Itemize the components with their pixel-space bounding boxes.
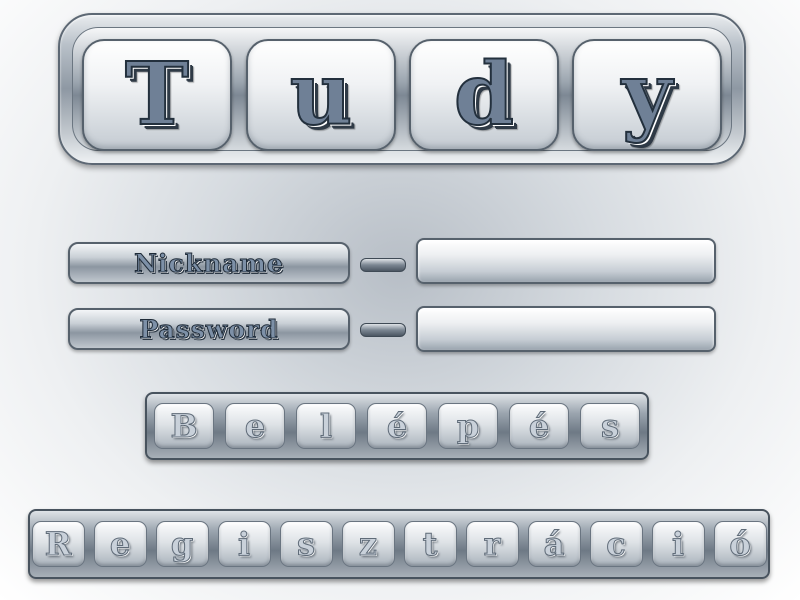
title-letter: y [621, 44, 673, 145]
password-input[interactable] [416, 306, 716, 352]
register-button-letter: R [31, 521, 85, 567]
register-button-letter: á [527, 521, 581, 567]
login-button[interactable]: B e l é p é s [145, 392, 649, 460]
register-button-letter: i [217, 521, 271, 567]
title-tile: y [572, 39, 722, 151]
nickname-label: Nickname [134, 248, 284, 278]
register-button-letter: r [465, 521, 519, 567]
register-button-letter: i [651, 521, 705, 567]
register-button-letter: s [279, 521, 333, 567]
login-button-letter: B [154, 403, 214, 449]
title-letter: u [289, 44, 354, 145]
side-watermark-strip [784, 305, 800, 575]
login-button-letter: s [580, 403, 640, 449]
title-letter: T [124, 44, 190, 145]
register-button-letter: t [403, 521, 457, 567]
register-button-letter: z [341, 521, 395, 567]
title-banner: T u d y [58, 13, 746, 165]
password-separator [360, 323, 406, 337]
title-letter: d [453, 44, 515, 145]
nickname-label-box: Nickname [68, 242, 350, 284]
nickname-separator [360, 258, 406, 272]
title-tile: d [409, 39, 559, 151]
password-label: Password [139, 314, 279, 344]
register-button-letter: c [589, 521, 643, 567]
register-button[interactable]: R e g i s z t r á c i ó [28, 509, 770, 579]
password-label-box: Password [68, 308, 350, 350]
title-tile: T [82, 39, 232, 151]
login-button-letter: e [225, 403, 285, 449]
login-button-letter: é [367, 403, 427, 449]
login-button-letter: p [438, 403, 498, 449]
login-button-letter: é [509, 403, 569, 449]
register-button-letter: e [93, 521, 147, 567]
login-button-letter: l [296, 403, 356, 449]
register-button-letter: ó [713, 521, 767, 567]
nickname-input[interactable] [416, 238, 716, 284]
register-button-letter: g [155, 521, 209, 567]
title-tile: u [246, 39, 396, 151]
